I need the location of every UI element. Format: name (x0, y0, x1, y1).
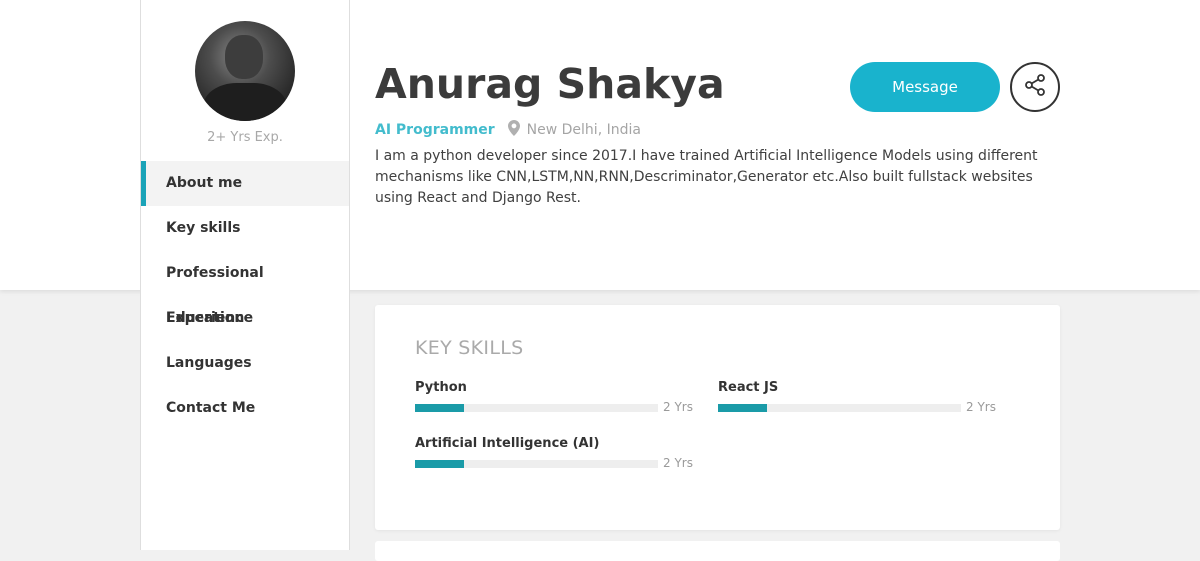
avatar (195, 21, 295, 121)
profile-bio: I am a python developer since 2017.I hav… (375, 148, 1038, 206)
skill-name: Artificial Intelligence (AI) (415, 436, 600, 451)
skill-years: 2 Yrs (663, 400, 693, 414)
profile-location: New Delhi, India (526, 122, 641, 138)
sidebar-item-languages[interactable]: Languages (141, 341, 349, 386)
key-skills-card: KEY SKILLS Python 2 Yrs React JS 2 Yrs A… (375, 305, 1060, 530)
message-button[interactable]: Message (850, 62, 1000, 112)
sidebar: 2+ Yrs Exp. About me Key skills Professi… (140, 0, 350, 550)
skill-years: 2 Yrs (663, 456, 693, 470)
sidebar-item-contact-me[interactable]: Contact Me (141, 386, 349, 431)
skill-item-artificial-intelligence: Artificial Intelligence (AI) 2 Yrs (415, 436, 695, 471)
sidebar-item-professional-experience[interactable]: Professional Experience (141, 251, 349, 326)
skill-progress-bar (415, 404, 658, 412)
skill-item-react-js: React JS 2 Yrs (718, 380, 998, 415)
experience-label: 2+ Yrs Exp. (207, 130, 283, 145)
skill-name: Python (415, 380, 467, 395)
profile-role: AI Programmer (375, 122, 495, 138)
location-pin-icon (507, 120, 520, 140)
next-section-card (375, 541, 1060, 561)
card-title: KEY SKILLS (415, 337, 524, 359)
skill-progress-bar (415, 460, 658, 468)
sidebar-item-about-me[interactable]: About me (141, 161, 349, 206)
profile-name: Anurag Shakya (375, 60, 725, 108)
skill-progress-bar (718, 404, 961, 412)
share-button[interactable] (1010, 62, 1060, 112)
sidebar-item-key-skills[interactable]: Key skills (141, 206, 349, 251)
sidebar-nav: About me Key skills Professional Experie… (141, 161, 349, 431)
skill-years: 2 Yrs (966, 400, 996, 414)
share-icon (1023, 73, 1047, 101)
profile-subline: AI Programmer New Delhi, India (375, 120, 641, 140)
skill-item-python: Python 2 Yrs (415, 380, 695, 415)
skill-name: React JS (718, 380, 779, 395)
